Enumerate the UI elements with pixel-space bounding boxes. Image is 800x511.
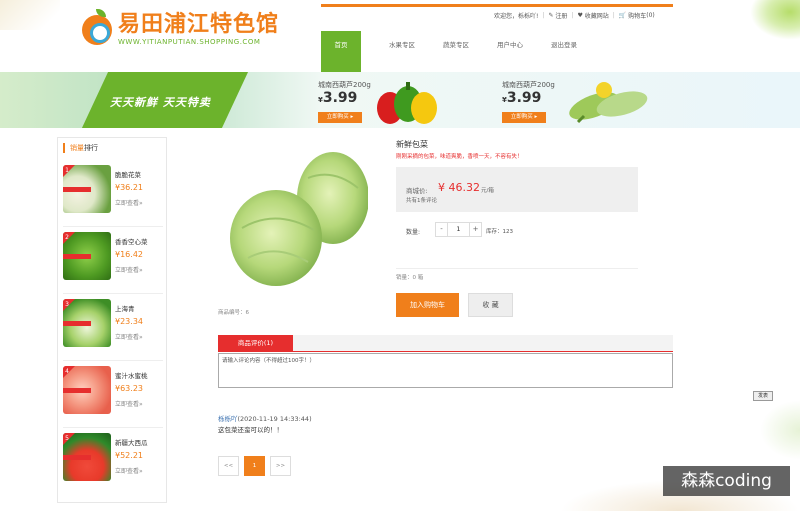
product-number: 商品编号：6 <box>218 310 249 316</box>
price-label: 商城价: <box>406 187 428 195</box>
stock-text: 库存：123 <box>486 229 513 235</box>
product-title: 新鲜包菜 <box>396 140 428 149</box>
comment-meta: 栎栎吖(2020-11-19 14:33:44) <box>218 413 312 423</box>
rank-name: 蜜汁水蜜桃 <box>115 372 148 380</box>
banner-slogan: 天天新鲜 天天特卖 <box>110 96 211 109</box>
rank-price: ¥16.42 <box>115 250 143 259</box>
price-box: 商城价: ¥ 46.32 元/箱 共有1条评论 <box>396 167 638 212</box>
add-to-cart-button[interactable]: 加入购物车 <box>396 293 459 317</box>
rank-name: 上海青 <box>115 305 135 313</box>
nav-home[interactable]: 首页 <box>321 31 361 72</box>
site-logo[interactable]: 易田浦江特色馆 WWW.YITIANPUTIAN.SHOPPING.COM <box>82 8 280 46</box>
favorite-button[interactable]: 收 藏 <box>468 293 513 317</box>
welcome-text: 欢迎您， 栎栎吖! <box>494 11 539 20</box>
cart-link[interactable]: 🛒 购物车 (0) <box>619 11 655 20</box>
main-nav: 首页 水果专区 蔬菜专区 用户中心 退出登录 <box>321 31 591 72</box>
rank-badge: 5 <box>63 433 75 445</box>
sales-ranking-sidebar: 销量排行 1 脆脆花菜 ¥36.21 立即查看» 2 香香空心菜 ¥16.42 … <box>57 137 167 503</box>
price-unit: 元/箱 <box>481 188 494 194</box>
top-links: 欢迎您， 栎栎吖! | ✎ 注册 | ♥ 收藏网站 | 🛒 购物车 (0) <box>494 11 655 20</box>
water-spinach-image: 2 <box>63 232 111 280</box>
rank-item[interactable]: 4 蜜汁水蜜桃 ¥63.23 立即查看» <box>63 362 163 428</box>
quantity-plus-button[interactable]: + <box>470 223 481 236</box>
bok-choy-image: 3 <box>63 299 111 347</box>
zucchini-image <box>569 82 648 124</box>
rank-name: 脆脆花菜 <box>115 171 141 179</box>
quantity-stepper: - 1 + <box>435 222 482 237</box>
prev-page-button[interactable]: << <box>218 456 239 476</box>
divider <box>396 268 638 269</box>
comment-text: 这包菜还蛮可以的！！ <box>218 426 283 434</box>
view-now-link[interactable]: 立即查看» <box>115 265 143 274</box>
rank-name: 香香空心菜 <box>115 238 148 246</box>
peach-image: 4 <box>63 366 111 414</box>
review-tabs: 商品评价(1) <box>218 335 673 352</box>
heart-icon: ♥ <box>577 12 583 19</box>
cauliflower-image: 1 <box>63 165 111 213</box>
page-1-button[interactable]: 1 <box>244 456 265 476</box>
promo-price: ¥3.99 <box>318 90 358 106</box>
rank-item[interactable]: 3 上海青 ¥23.34 立即查看» <box>63 295 163 361</box>
promo-name: 城南西葫芦200g <box>502 81 555 89</box>
product-price: ¥ 46.32 <box>438 181 480 194</box>
nav-vegetables[interactable]: 蔬菜专区 <box>429 31 483 72</box>
pagination: << 1 >> <box>218 456 291 476</box>
top-accent-bar <box>321 4 673 7</box>
rank-price: ¥52.21 <box>115 451 143 460</box>
register-link[interactable]: ✎ 注册 <box>548 11 567 20</box>
comment-input[interactable]: 请输入评论内容（不得超过100字！） <box>218 353 673 388</box>
rank-name: 新疆大西瓜 <box>115 439 148 447</box>
wheat-decoration <box>0 0 60 30</box>
view-now-link[interactable]: 立即查看» <box>115 332 143 341</box>
promo-card-2: 城南西葫芦200g ¥3.99 立即购买 ▸ <box>502 80 555 123</box>
comment-time: (2020-11-19 14:33:44) <box>237 415 312 423</box>
username-link[interactable]: 栎栎吖! <box>518 11 538 20</box>
watermark: 森森coding <box>663 466 790 496</box>
view-now-link[interactable]: 立即查看» <box>115 399 143 408</box>
nav-fruits[interactable]: 水果专区 <box>375 31 429 72</box>
rank-item[interactable]: 5 新疆大西瓜 ¥52.21 立即查看» <box>63 429 163 495</box>
watermelon-image: 5 <box>63 433 111 481</box>
nav-logout[interactable]: 退出登录 <box>537 31 591 72</box>
leaf-decoration <box>760 400 800 460</box>
next-page-button[interactable]: >> <box>270 456 291 476</box>
buy-now-button[interactable]: 立即购买 ▸ <box>318 112 362 123</box>
sales-text: 销量：0 箱 <box>396 275 424 281</box>
nav-user-center[interactable]: 用户中心 <box>483 31 537 72</box>
quantity-minus-button[interactable]: - <box>436 223 447 236</box>
rank-badge: 1 <box>63 165 75 177</box>
promo-card-1: 城南西葫芦200g ¥3.99 立即购买 ▸ <box>318 80 371 123</box>
tab-reviews[interactable]: 商品评价(1) <box>218 335 293 352</box>
cabbage-image <box>218 138 368 304</box>
quantity-label: 数量: <box>406 229 421 236</box>
comment-username: 栎栎吖 <box>218 415 238 423</box>
promo-banner: 天天新鲜 天天特卖 城南西葫芦200g ¥3.99 立即购买 ▸ 城南西葫芦20… <box>0 72 800 128</box>
rank-item[interactable]: 1 脆脆花菜 ¥36.21 立即查看» <box>63 161 163 227</box>
logo-title: 易田浦江特色馆 <box>118 12 280 37</box>
quantity-input[interactable]: 1 <box>447 223 470 236</box>
cart-icon: 🛒 <box>618 12 627 19</box>
bell-pepper-image <box>377 82 437 124</box>
leaf-decoration <box>750 0 800 40</box>
promo-name: 城南西葫芦200g <box>318 81 371 89</box>
product-subtitle: 刚刚采摘的包菜，味道爽脆，香喷一天，不容有失！ <box>396 154 523 160</box>
logo-url: WWW.YITIANPUTIAN.SHOPPING.COM <box>118 38 261 46</box>
orange-logo-icon <box>82 8 112 45</box>
edit-icon: ✎ <box>548 12 554 19</box>
header: 易田浦江特色馆 WWW.YITIANPUTIAN.SHOPPING.COM 欢迎… <box>0 0 800 72</box>
rank-price: ¥63.23 <box>115 384 143 393</box>
view-now-link[interactable]: 立即查看» <box>115 198 143 207</box>
buy-now-button[interactable]: 立即购买 ▸ <box>502 112 546 123</box>
review-count: 共有1条评论 <box>406 198 437 204</box>
rank-price: ¥23.34 <box>115 317 143 326</box>
promo-price: ¥3.99 <box>502 90 542 106</box>
rank-badge: 2 <box>63 232 75 244</box>
rank-badge: 3 <box>63 299 75 311</box>
rank-badge: 4 <box>63 366 75 378</box>
rank-item[interactable]: 2 香香空心菜 ¥16.42 立即查看» <box>63 228 163 294</box>
favorite-site-link[interactable]: ♥ 收藏网站 <box>577 11 608 20</box>
sidebar-title: 销量排行 <box>63 143 161 153</box>
view-now-link[interactable]: 立即查看» <box>115 466 143 475</box>
rank-price: ¥36.21 <box>115 183 143 192</box>
